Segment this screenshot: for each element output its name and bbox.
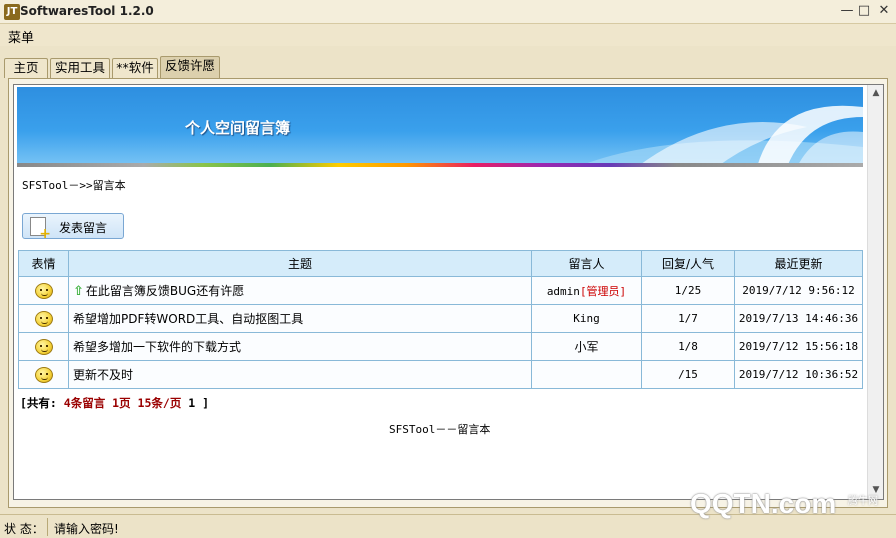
main-frame: 个人空间留言簿 SFSTool－>>留言本 发表留言 表情 主题 留言人 回 [8, 78, 888, 508]
app-icon: JT [4, 4, 20, 20]
tab-feedback[interactable]: 反馈许愿 [160, 56, 220, 78]
watermark-small-text: 腾牛网 [848, 496, 878, 507]
updated-cell: 2019/7/13 14:46:36 [734, 304, 863, 333]
banner-title: 个人空间留言簿 [185, 119, 291, 137]
subject-link[interactable]: 希望增加PDF转WORD工具、自动抠图工具 [73, 312, 303, 326]
subject-cell[interactable]: 希望多增加一下软件的下载方式 [68, 332, 532, 361]
surprised-face-icon [34, 338, 53, 355]
status-message: 请输入密码! [54, 522, 119, 536]
tab-software[interactable]: **软件 [112, 58, 158, 78]
subject-link[interactable]: 在此留言簿反馈BUG还有许愿 [86, 284, 244, 298]
menu-item-main[interactable]: 菜单 [8, 27, 34, 46]
guestbook-banner: 个人空间留言簿 [17, 87, 863, 167]
vertical-scrollbar[interactable]: ▲ ▼ [867, 85, 883, 499]
message-count: 4条留言 [63, 396, 106, 410]
tab-tools[interactable]: 实用工具 [50, 58, 110, 78]
subject-cell[interactable]: ⇧ 在此留言簿反馈BUG还有许愿 [68, 276, 532, 305]
subject-cell[interactable]: 更新不及时 [68, 360, 532, 389]
mood-cell [18, 304, 69, 333]
mood-cell [18, 332, 69, 361]
mood-cell [18, 276, 69, 305]
table-row: 希望多增加一下软件的下载方式 小军 1/8 2019/7/12 15:56:18 [18, 332, 863, 361]
post-message-button[interactable]: 发表留言 [22, 213, 124, 241]
table-row: 更新不及时 /15 2019/7/12 10:36:52 [18, 360, 863, 389]
replies-cell: /15 [641, 360, 735, 389]
author-cell: King [531, 304, 642, 333]
updated-cell: 2019/7/12 9:56:12 [734, 276, 863, 305]
replies-cell: 1/8 [641, 332, 735, 361]
post-message-label: 发表留言 [59, 221, 108, 235]
pagination-summary: [共有: 4条留言 1页 15条/页 1 ] [20, 395, 209, 411]
column-header-author: 留言人 [531, 250, 642, 277]
new-document-icon [30, 217, 51, 241]
author-cell [531, 360, 642, 389]
pinned-arrow-icon: ⇧ [73, 284, 84, 299]
admin-tag: [管理员] [579, 284, 627, 298]
status-label: 状 态： [4, 522, 44, 536]
column-header-updated: 最近更新 [734, 250, 863, 277]
table-row: 希望增加PDF转WORD工具、自动抠图工具 King 1/7 2019/7/13… [18, 304, 863, 333]
smiley-icon [34, 366, 53, 383]
updated-cell: 2019/7/12 15:56:18 [734, 332, 863, 361]
tab-home[interactable]: 主页 [4, 58, 48, 78]
current-page-link[interactable]: 1 [188, 396, 195, 410]
replies-cell: 1/25 [641, 276, 735, 305]
table-row: ⇧ 在此留言簿反馈BUG还有许愿 admin[管理员] 1/25 2019/7/1… [18, 276, 863, 305]
subject-link[interactable]: 更新不及时 [73, 368, 133, 382]
menu-bar: 菜单 [0, 24, 896, 46]
window-title: SoftwaresTool 1.2.0 [20, 4, 154, 18]
status-divider [47, 518, 48, 536]
author-cell: admin[管理员] [531, 276, 642, 305]
author-name: admin [546, 284, 580, 298]
mood-cell [18, 360, 69, 389]
message-table: 表情 主题 留言人 回复/人气 最近更新 ⇧ 在此留言簿反馈BUG还有许愿 adm… [18, 250, 863, 389]
per-page-count: 15条/页 [137, 396, 182, 410]
page-count: 1页 [112, 396, 131, 410]
smiley-icon [34, 310, 53, 327]
summary-close: ] [202, 396, 210, 410]
author-cell: 小军 [531, 332, 642, 361]
updated-cell: 2019/7/12 10:36:52 [734, 360, 863, 389]
summary-open: [共有: [20, 396, 57, 410]
breadcrumb: SFSTool－>>留言本 [22, 179, 126, 192]
web-content: 个人空间留言簿 SFSTool－>>留言本 发表留言 表情 主题 留言人 回 [13, 84, 884, 500]
close-icon[interactable]: ✕ [873, 2, 895, 20]
title-bar: JT SoftwaresTool 1.2.0 — □ ✕ [0, 0, 896, 24]
replies-cell: 1/7 [641, 304, 735, 333]
column-header-replies: 回复/人气 [641, 250, 735, 277]
smiley-icon [34, 282, 53, 299]
guestbook-footer: SFSTool－－留言本 [389, 423, 491, 436]
table-header-row: 表情 主题 留言人 回复/人气 最近更新 [18, 250, 863, 277]
column-header-mood: 表情 [18, 250, 69, 277]
subject-link[interactable]: 希望多增加一下软件的下载方式 [73, 340, 241, 354]
maximize-icon[interactable]: □ [853, 2, 875, 20]
banner-swoosh-graphic [577, 105, 863, 167]
column-header-subject: 主题 [68, 250, 532, 277]
banner-strip [17, 163, 863, 167]
tab-strip: 主页 实用工具 **软件 反馈许愿 [0, 56, 896, 78]
scroll-up-icon[interactable]: ▲ [868, 85, 883, 102]
subject-cell[interactable]: 希望增加PDF转WORD工具、自动抠图工具 [68, 304, 532, 333]
